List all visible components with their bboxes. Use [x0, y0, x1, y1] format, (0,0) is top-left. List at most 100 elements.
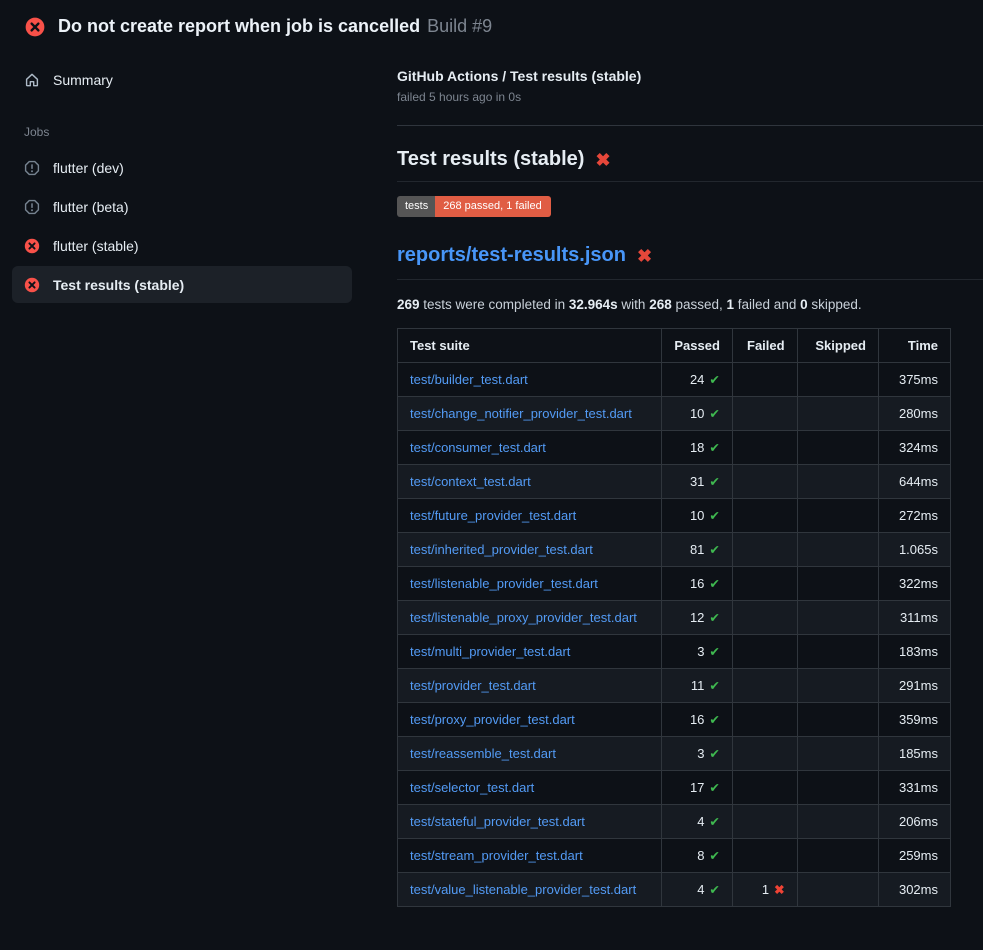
skipped-cell	[797, 397, 878, 431]
column-header-time: Time	[878, 329, 950, 363]
sidebar-item-label: flutter (dev)	[53, 160, 124, 176]
table-row: test/builder_test.dart 24✔ 375ms	[398, 363, 951, 397]
time-cell: 302ms	[878, 873, 950, 907]
home-icon	[24, 72, 40, 88]
passed-count: 81	[690, 542, 704, 557]
skipped-cell	[797, 703, 878, 737]
test-suite-link[interactable]: test/builder_test.dart	[410, 372, 528, 387]
check-icon: ✔	[709, 373, 719, 387]
time-cell: 185ms	[878, 737, 950, 771]
check-icon: ✔	[709, 475, 719, 489]
test-suite-link[interactable]: test/proxy_provider_test.dart	[410, 712, 575, 727]
passed-count: 3	[697, 644, 704, 659]
passed-count: 12	[690, 610, 704, 625]
test-suite-link[interactable]: test/consumer_test.dart	[410, 440, 546, 455]
failed-cell	[732, 397, 797, 431]
test-results-table: Test suite Passed Failed Skipped Time te…	[397, 328, 951, 907]
table-header-row: Test suite Passed Failed Skipped Time	[398, 329, 951, 363]
report-file-heading: reports/test-results.json ✖	[397, 244, 983, 280]
test-suite-link[interactable]: test/inherited_provider_test.dart	[410, 542, 593, 557]
sidebar-item-label: Summary	[53, 72, 113, 88]
failed-cell	[732, 703, 797, 737]
time-cell: 331ms	[878, 771, 950, 805]
passed-count: 16	[690, 576, 704, 591]
sidebar-item-flutter-beta[interactable]: flutter (beta)	[12, 188, 352, 225]
table-row: test/value_listenable_provider_test.dart…	[398, 873, 951, 907]
passed-count: 10	[690, 508, 704, 523]
test-suite-link[interactable]: test/stream_provider_test.dart	[410, 848, 583, 863]
x-circle-fill-icon	[24, 238, 40, 254]
failed-cell	[732, 839, 797, 873]
time-cell: 644ms	[878, 465, 950, 499]
check-icon: ✔	[709, 645, 719, 659]
column-header-skipped: Skipped	[797, 329, 878, 363]
sidebar-item-label: Test results (stable)	[53, 277, 184, 293]
test-suite-link[interactable]: test/multi_provider_test.dart	[410, 644, 570, 659]
table-row: test/provider_test.dart 11✔ 291ms	[398, 669, 951, 703]
x-circle-fill-icon	[24, 277, 40, 293]
test-suite-link[interactable]: test/reassemble_test.dart	[410, 746, 556, 761]
check-icon: ✔	[709, 747, 719, 761]
divider	[397, 125, 983, 126]
time-cell: 324ms	[878, 431, 950, 465]
check-icon: ✔	[709, 815, 719, 829]
test-suite-link[interactable]: test/change_notifier_provider_test.dart	[410, 406, 632, 421]
check-icon: ✔	[709, 509, 719, 523]
test-suite-link[interactable]: test/listenable_provider_test.dart	[410, 576, 598, 591]
skipped-cell	[797, 805, 878, 839]
x-circle-fill-icon	[25, 17, 45, 37]
column-header-passed: Passed	[661, 329, 732, 363]
test-suite-link[interactable]: test/context_test.dart	[410, 474, 531, 489]
skipped-cell	[797, 873, 878, 907]
test-suite-link[interactable]: test/provider_test.dart	[410, 678, 536, 693]
passed-count: 8	[697, 848, 704, 863]
table-row: test/future_provider_test.dart 10✔ 272ms	[398, 499, 951, 533]
badge-label: tests	[397, 196, 435, 217]
failed-cell	[732, 533, 797, 567]
tests-status-badge: tests 268 passed, 1 failed	[397, 196, 551, 217]
table-row: test/multi_provider_test.dart 3✔ 183ms	[398, 635, 951, 669]
sidebar-item-summary[interactable]: Summary	[12, 61, 352, 98]
passed-count: 4	[697, 814, 704, 829]
time-cell: 375ms	[878, 363, 950, 397]
skipped-cell	[797, 669, 878, 703]
sidebar-item-test-results-stable[interactable]: Test results (stable)	[12, 266, 352, 303]
failed-cell	[732, 567, 797, 601]
table-row: test/consumer_test.dart 18✔ 324ms	[398, 431, 951, 465]
badge-value: 268 passed, 1 failed	[435, 196, 550, 217]
table-row: test/change_notifier_provider_test.dart …	[398, 397, 951, 431]
skipped-cell	[797, 839, 878, 873]
report-file-link[interactable]: reports/test-results.json	[397, 244, 626, 267]
sidebar-item-flutter-stable[interactable]: flutter (stable)	[12, 227, 352, 264]
main-content: GitHub Actions / Test results (stable) f…	[397, 49, 983, 907]
test-suite-link[interactable]: test/stateful_provider_test.dart	[410, 814, 585, 829]
test-suite-link[interactable]: test/selector_test.dart	[410, 780, 534, 795]
passed-count: 3	[697, 746, 704, 761]
failed-cell	[732, 771, 797, 805]
table-row: test/listenable_provider_test.dart 16 ✔ 3…	[398, 567, 951, 601]
skipped-cell	[797, 431, 878, 465]
passed-count: 31	[690, 474, 704, 489]
time-cell: 311ms	[878, 601, 950, 635]
tests-summary-line: 269 tests were completed in 32.964s with…	[397, 297, 983, 312]
test-suite-link[interactable]: test/value_listenable_provider_test.dart	[410, 882, 636, 897]
test-suite-link[interactable]: test/listenable_proxy_provider_test.dart	[410, 610, 637, 625]
column-header-failed: Failed	[732, 329, 797, 363]
check-icon: ✔	[709, 679, 719, 693]
failed-count: 1	[762, 882, 769, 897]
passed-count: 18	[690, 440, 704, 455]
failed-cell	[732, 737, 797, 771]
failed-cell	[732, 805, 797, 839]
time-cell: 322ms	[878, 567, 950, 601]
check-icon: ✔	[709, 577, 719, 591]
sidebar-item-flutter-dev[interactable]: flutter (dev)	[12, 149, 352, 186]
skipped-cell	[797, 771, 878, 805]
time-cell: 259ms	[878, 839, 950, 873]
build-number: Build #9	[427, 16, 492, 36]
test-suite-link[interactable]: test/future_provider_test.dart	[410, 508, 576, 523]
cancelled-status-icon	[24, 160, 40, 176]
skipped-cell	[797, 533, 878, 567]
breadcrumb: GitHub Actions / Test results (stable)	[397, 68, 983, 84]
check-icon: ✔	[709, 611, 719, 625]
failed-cell	[732, 431, 797, 465]
